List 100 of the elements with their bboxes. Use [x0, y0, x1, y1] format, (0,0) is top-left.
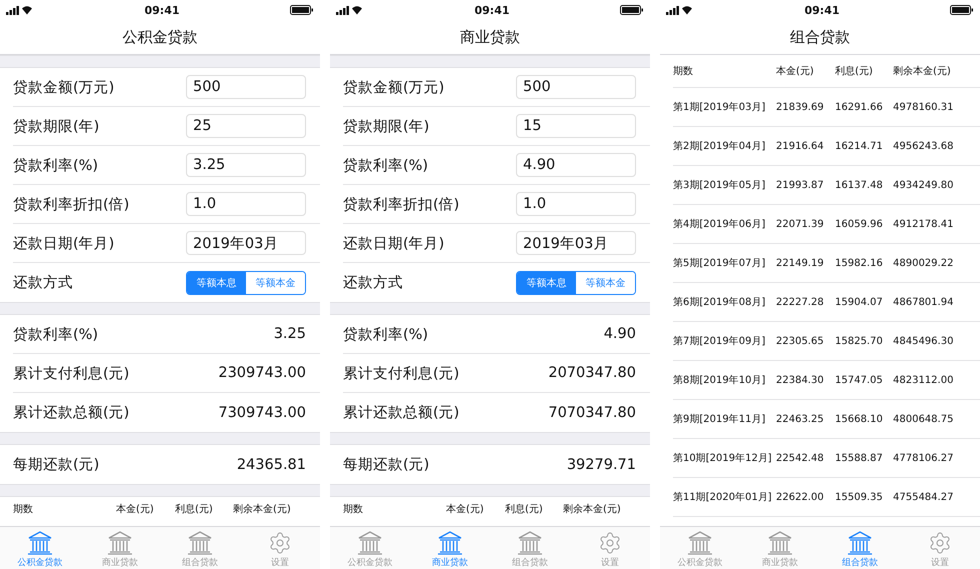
table-cell-text: 22071.39 — [776, 218, 825, 230]
nav-title: 商业贷款 — [460, 28, 520, 46]
table-cell-text: 4755484.27 — [893, 492, 954, 502]
table-cell-text: 第1期[2019年03月] — [673, 100, 766, 114]
column-header: 期数 — [673, 64, 694, 78]
column-header: 剩余本金(元) — [563, 502, 622, 516]
tab-bar-item[interactable]: 公积金贷款 — [330, 527, 410, 569]
input-field[interactable]: 500 — [186, 75, 306, 99]
tab-bar-item[interactable]: 商业贷款 — [740, 527, 820, 569]
table-cell-text: 16137.48 — [835, 180, 884, 190]
tab-bar-item[interactable]: 设置 — [900, 527, 980, 569]
input-field[interactable]: 4.90 — [516, 153, 636, 177]
column-header: 本金(元) — [116, 502, 155, 516]
field-label: 贷款利率折扣(倍) — [13, 196, 130, 214]
table-cell-text: 15588.87 — [835, 452, 884, 464]
battery-icon — [620, 5, 644, 15]
field-label: 贷款期限(年) — [13, 118, 100, 136]
table-cell-text: 22305.65 — [776, 336, 825, 346]
table-cell-text: 第5期[2019年07月] — [673, 256, 766, 270]
result-label: 累计支付利息(元) — [13, 364, 130, 382]
tab-bar-item[interactable]: 设置 — [240, 527, 320, 569]
input-field[interactable]: 2019年03月 — [516, 231, 636, 255]
table-cell-text: 15668.10 — [835, 414, 884, 424]
table-cell-text: 15825.70 — [835, 336, 884, 346]
result-value: 39279.71 — [566, 456, 636, 472]
bank-icon — [437, 531, 463, 555]
bank-icon — [187, 531, 213, 555]
input-field[interactable]: 2019年03月 — [186, 231, 306, 255]
column-header: 利息(元) — [175, 502, 214, 516]
tab-bar-item[interactable]: 组合贷款 — [160, 527, 240, 569]
table-cell-text: 21839.69 — [776, 102, 825, 112]
field-label: 还款方式 — [13, 274, 73, 292]
table-cell-text: 15982.16 — [835, 258, 884, 268]
table-cell-text: 第4期[2019年06月] — [673, 218, 766, 231]
tab-bar-item[interactable]: 商业贷款 — [80, 527, 160, 569]
input-field[interactable]: 1.0 — [516, 192, 636, 216]
field-label: 贷款利率(%) — [343, 156, 428, 174]
column-header: 本金(元) — [446, 502, 485, 516]
signal-wifi-icon — [6, 5, 34, 15]
table-cell-text: 4823112.00 — [893, 374, 954, 386]
result-label: 累计还款总额(元) — [13, 404, 130, 422]
bank-icon — [27, 531, 53, 555]
result-value: 7309743.00 — [218, 404, 306, 420]
table-cell-text: 21993.87 — [776, 180, 825, 190]
table-cell-text: 4978160.31 — [893, 102, 954, 112]
result-value: 2309743.00 — [218, 365, 306, 381]
segment-tab[interactable]: 等额本息 — [187, 272, 246, 294]
input-field[interactable]: 1.0 — [186, 192, 306, 216]
signal-wifi-icon — [666, 5, 694, 15]
column-header: 利息(元) — [505, 502, 544, 516]
input-field[interactable]: 500 — [516, 75, 636, 99]
result-value: 3.25 — [274, 326, 306, 342]
column-header: 利息(元) — [835, 64, 874, 78]
bank-icon — [357, 531, 383, 555]
input-field[interactable]: 3.25 — [186, 153, 306, 177]
table-cell-text: 21916.64 — [776, 140, 825, 152]
table-cell-text: 4956243.68 — [893, 140, 954, 152]
bank-icon — [847, 531, 873, 555]
tab-bar-item[interactable]: 公积金贷款 — [660, 527, 740, 569]
table-cell-text: 4934249.80 — [893, 180, 954, 190]
result-value: 7070347.80 — [548, 404, 636, 420]
tab-bar-item[interactable]: 组合贷款 — [820, 527, 900, 569]
bank-icon — [107, 531, 133, 555]
table-cell-text: 22384.30 — [776, 374, 825, 386]
table-cell-text: 16059.96 — [835, 218, 884, 230]
result-value: 24365.81 — [236, 456, 306, 472]
settings-icon — [268, 531, 292, 555]
tab-bar-item[interactable]: 公积金贷款 — [0, 527, 80, 569]
table-cell-text: 4800648.75 — [893, 414, 954, 424]
result-label: 贷款利率(%) — [13, 326, 98, 344]
table-cell-text: 22622.00 — [776, 492, 825, 502]
settings-icon — [928, 531, 952, 555]
table-cell-text: 15747.05 — [835, 374, 884, 386]
nav-title: 组合贷款 — [790, 28, 850, 46]
table-cell-text: 4778106.27 — [893, 452, 954, 464]
column-header: 剩余本金(元) — [893, 64, 952, 78]
table-cell-text: 第3期[2019年05月] — [673, 178, 766, 192]
input-field[interactable]: 25 — [186, 114, 306, 138]
result-value: 2070347.80 — [548, 365, 636, 381]
table-cell-text: 22463.25 — [776, 414, 825, 424]
field-label: 还款日期(年月) — [13, 234, 114, 252]
field-label: 贷款利率折扣(倍) — [343, 196, 460, 214]
column-header: 期数 — [13, 502, 34, 516]
status-time: 09:41 — [804, 4, 840, 16]
table-cell-text: 第2期[2019年04月] — [673, 140, 766, 153]
input-field[interactable]: 15 — [516, 114, 636, 138]
tab-bar-item[interactable]: 设置 — [570, 527, 650, 569]
table-cell-text: 第9期[2019年11月] — [673, 412, 766, 426]
tab-bar-item[interactable]: 组合贷款 — [490, 527, 570, 569]
result-label: 每期还款(元) — [343, 456, 430, 474]
table-cell-text: 4890029.22 — [893, 258, 954, 268]
field-label: 贷款期限(年) — [343, 118, 430, 136]
segment-tab[interactable]: 等额本息 — [517, 272, 576, 294]
table-cell-text: 第11期[2020年01月] — [673, 490, 773, 504]
table-cell-text: 4845496.30 — [893, 336, 954, 346]
table-cell-text: 第8期[2019年10月] — [673, 374, 766, 387]
tab-bar-item[interactable]: 商业贷款 — [410, 527, 490, 569]
battery-icon — [950, 5, 974, 15]
column-header: 期数 — [343, 502, 364, 516]
field-label: 还款方式 — [343, 274, 403, 292]
